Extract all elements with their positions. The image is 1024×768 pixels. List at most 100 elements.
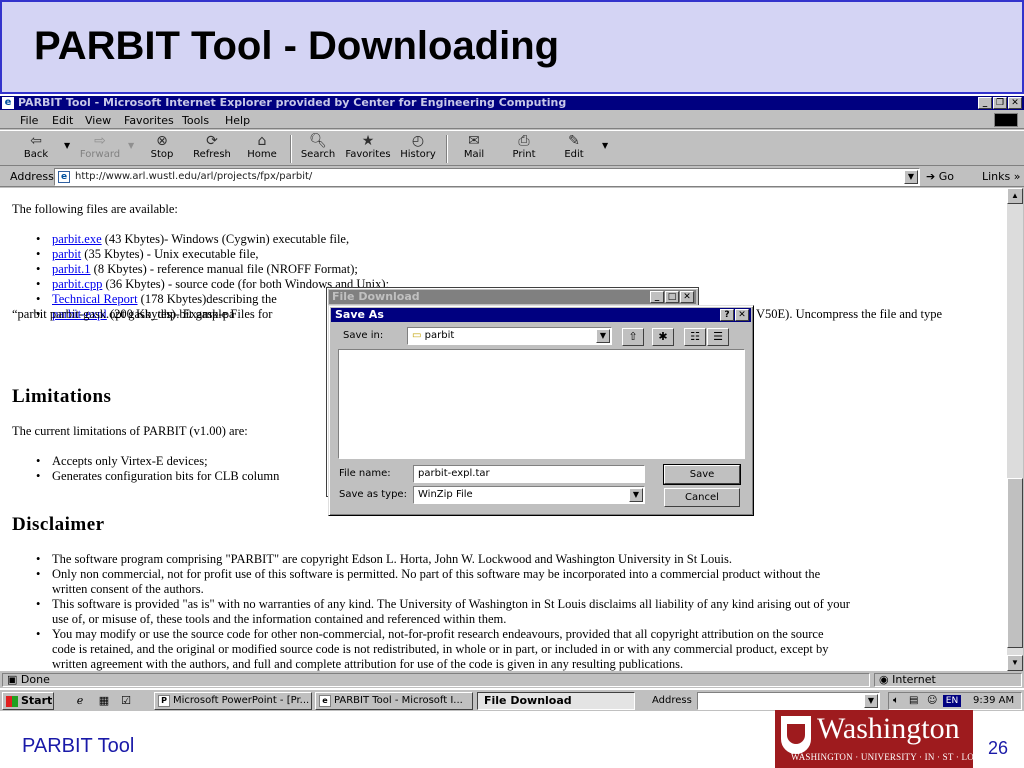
network-icon[interactable]: ▤ (909, 693, 918, 709)
close-icon[interactable]: ✕ (1008, 97, 1022, 109)
ie-task-icon: e (319, 695, 331, 707)
file-link-parbit-cpp[interactable]: parbit.cpp (52, 277, 102, 291)
scroll-up-icon[interactable]: ▲ (1007, 188, 1023, 204)
list-item-continuation: use of, or misuse of, these tools and th… (52, 612, 507, 626)
globe-icon: ◉ (879, 673, 893, 686)
language-indicator[interactable]: EN (943, 695, 961, 707)
slide-header: PARBIT Tool - Downloading (0, 0, 1024, 94)
print-button[interactable]: ⎙ Print (498, 132, 550, 164)
search-icon: 🔍︎ (309, 133, 327, 149)
back-arrow-icon: ⇦ (30, 133, 42, 149)
cancel-button[interactable]: Cancel (664, 488, 740, 507)
desktop-quicklaunch-icon[interactable]: ☑ (118, 694, 134, 708)
details-view-button[interactable]: ☰ (707, 328, 729, 346)
favorites-button[interactable]: ★ Favorites (342, 132, 394, 164)
menu-help[interactable]: Help (225, 114, 250, 127)
restore-icon[interactable]: ❐ (993, 97, 1007, 109)
system-tray: 🔈︎ ▤ ☺ EN 9:39 AM (888, 692, 1022, 710)
list-item-continuation: written agreement with the authors, and … (52, 657, 684, 671)
save-in-dropdown-icon[interactable]: ▼ (596, 329, 610, 343)
menu-tools[interactable]: Tools (182, 114, 209, 127)
ie-quicklaunch-icon[interactable]: ℯ (72, 694, 88, 708)
file-name-label: File name: (339, 468, 391, 479)
list-item: Generates configuration bits for CLB col… (36, 469, 279, 484)
save-as-titlebar[interactable]: Save As ? ✕ (331, 308, 751, 322)
save-type-select[interactable]: WinZip File ▼ (413, 486, 645, 504)
stop-icon: ⊗ (156, 133, 168, 149)
list-item: You may modify or use the source code fo… (36, 627, 850, 642)
task-file-download[interactable]: File Download (477, 692, 635, 710)
file-name-input[interactable]: parbit-expl.tar (413, 465, 645, 483)
forward-dropdown-icon[interactable]: ▼ (128, 141, 134, 150)
go-button[interactable]: ➔ Go (926, 170, 954, 183)
status-bar: ▣ Done ◉ Internet (0, 672, 1024, 688)
home-button[interactable]: ⌂ Home (236, 132, 288, 164)
forward-arrow-icon: ⇨ (94, 133, 106, 149)
list-item: Accepts only Virtex-E devices; (36, 454, 279, 469)
save-in-select[interactable]: ▭ parbit ▼ (407, 327, 612, 345)
save-type-label: Save as type: (339, 489, 407, 500)
ie-titlebar[interactable]: e PARBIT Tool - Microsoft Internet Explo… (0, 96, 1024, 110)
address-input[interactable]: e http://www.arl.wustl.edu/arl/projects/… (54, 168, 920, 186)
up-folder-button[interactable]: ⇧ (622, 328, 644, 346)
close-icon[interactable]: ✕ (680, 291, 694, 303)
file-download-titlebar[interactable]: File Download _ □ ✕ (329, 290, 696, 304)
file-link-parbit-1[interactable]: parbit.1 (52, 262, 91, 276)
save-as-dialog: Save As ? ✕ Save in: ▭ parbit ▼ ⇧ ✱ ☷ ☰ … (328, 305, 754, 516)
user-icon[interactable]: ☺ (927, 693, 937, 709)
save-type-dropdown-icon[interactable]: ▼ (629, 488, 643, 502)
washington-university-logo: Washington WASHINGTON · UNIVERSITY · IN … (775, 710, 989, 768)
file-link-technical-report[interactable]: Technical Report (52, 292, 138, 306)
vertical-scrollbar[interactable]: ▲ ▼ (1007, 188, 1023, 671)
history-icon: ◴ (411, 133, 425, 149)
start-button[interactable]: Start (2, 692, 54, 710)
menu-edit[interactable]: Edit (52, 114, 73, 127)
maximize-icon[interactable]: □ (665, 291, 679, 303)
file-link-parbit-exe[interactable]: parbit.exe (52, 232, 102, 246)
standard-toolbar: ⇦ Back ▼ ⇨ Forward ▼ ⊗ Stop ⟳ Refresh ⌂ … (0, 130, 1024, 166)
taskbar-address-input[interactable]: ▼ (697, 692, 880, 710)
save-as-controls: ? ✕ (720, 309, 749, 321)
file-download-controls: _ □ ✕ (650, 291, 694, 303)
address-dropdown-icon[interactable]: ▼ (904, 170, 918, 184)
back-button[interactable]: ⇦ Back (10, 132, 62, 164)
menu-favorites[interactable]: Favorites (124, 114, 174, 127)
edit-button[interactable]: ✎ Edit (548, 132, 600, 164)
expl-right-text: V50E). Uncompress the file and type (756, 307, 943, 321)
taskbar-address-dropdown-icon[interactable]: ▼ (864, 694, 878, 708)
clock: 9:39 AM (973, 695, 1015, 706)
footer-title: PARBIT Tool (22, 735, 135, 757)
minimize-icon[interactable]: _ (650, 291, 664, 303)
task-powerpoint[interactable]: P Microsoft PowerPoint - [Pr... (154, 692, 312, 710)
ie-window-title: PARBIT Tool - Microsoft Internet Explore… (18, 96, 567, 109)
stop-button[interactable]: ⊗ Stop (136, 132, 188, 164)
forward-button[interactable]: ⇨ Forward (74, 132, 126, 164)
app-quicklaunch-icon[interactable]: ▦ (96, 694, 112, 708)
scroll-thumb[interactable] (1007, 478, 1023, 648)
scroll-down-icon[interactable]: ▼ (1007, 655, 1023, 671)
edit-dropdown-icon[interactable]: ▼ (602, 141, 608, 150)
new-folder-button[interactable]: ✱ (652, 328, 674, 346)
mail-button[interactable]: ✉ Mail (448, 132, 500, 164)
help-icon[interactable]: ? (720, 309, 734, 321)
list-view-button[interactable]: ☷ (684, 328, 706, 346)
file-link-parbit[interactable]: parbit (52, 247, 81, 261)
task-ie[interactable]: e PARBIT Tool - Microsoft I... (315, 692, 473, 710)
back-dropdown-icon[interactable]: ▼ (64, 141, 70, 150)
save-button[interactable]: Save (663, 464, 741, 485)
home-icon: ⌂ (257, 133, 267, 149)
file-list[interactable] (338, 349, 745, 459)
powerpoint-icon: P (158, 695, 170, 707)
close-icon[interactable]: ✕ (735, 309, 749, 321)
menu-view[interactable]: View (85, 114, 111, 127)
menu-file[interactable]: File (20, 114, 38, 127)
search-button[interactable]: 🔍︎ Search (292, 132, 344, 164)
minimize-icon[interactable]: _ (978, 97, 992, 109)
windows-flag-icon (6, 696, 18, 707)
refresh-button[interactable]: ⟳ Refresh (186, 132, 238, 164)
new-folder-icon: ✱ (658, 330, 668, 343)
window-controls: _ ❐ ✕ (978, 97, 1022, 109)
links-button[interactable]: Links » (982, 170, 1021, 183)
history-button[interactable]: ◴ History (392, 132, 444, 164)
speaker-icon[interactable]: 🔈︎ (893, 693, 899, 709)
